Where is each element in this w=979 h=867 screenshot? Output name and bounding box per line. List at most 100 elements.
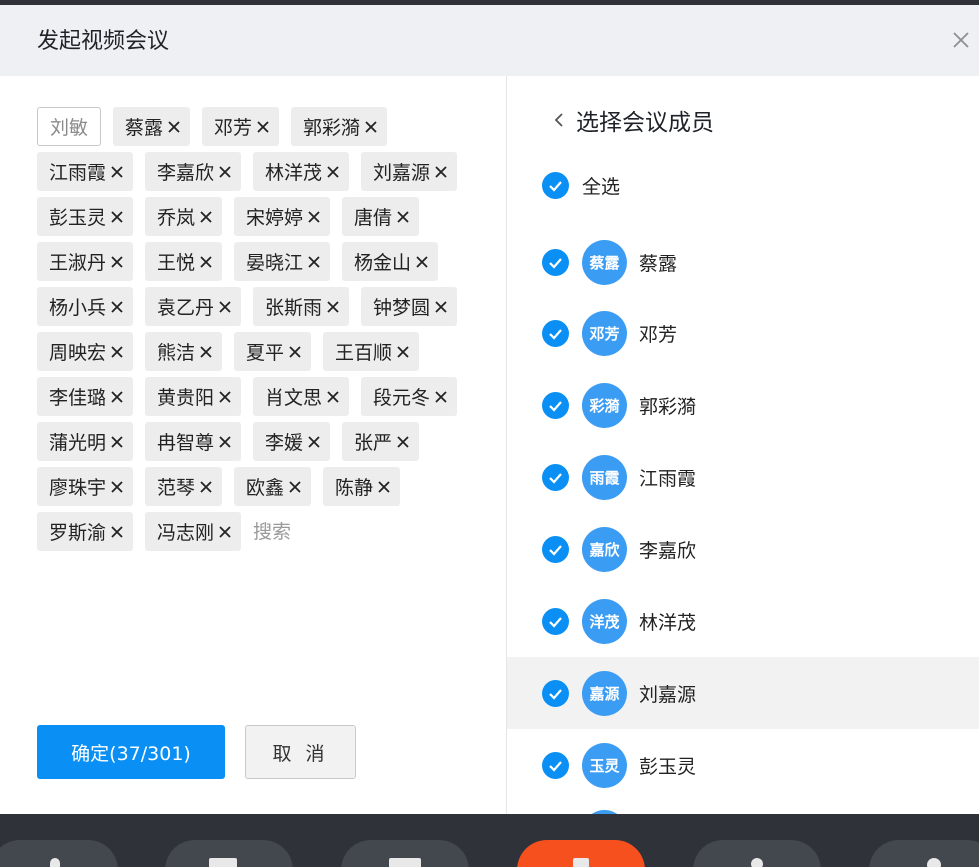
more-button[interactable] (869, 840, 979, 867)
chip-label: 陈静 (335, 477, 374, 499)
end-call-button[interactable] (517, 840, 645, 867)
chip-label: 范琴 (157, 477, 196, 499)
member-search-input[interactable] (253, 512, 374, 551)
remove-chip-icon[interactable] (306, 434, 322, 450)
select-all-row[interactable]: 全选 (507, 149, 979, 221)
remove-chip-icon[interactable] (306, 254, 322, 270)
cancel-button[interactable]: 取 消 (245, 725, 356, 779)
member-name: 李嘉欣 (639, 539, 697, 562)
checked-circle-icon[interactable] (542, 535, 569, 563)
selected-member-chip: 欧鑫 (234, 467, 312, 506)
selected-member-chip: 黄贵阳 (145, 377, 242, 416)
chip-label: 张斯雨 (265, 297, 323, 319)
remove-chip-icon[interactable] (109, 254, 125, 270)
selected-member-chip: 宋婷婷 (234, 197, 331, 236)
remove-chip-icon[interactable] (217, 299, 233, 315)
remove-chip-icon[interactable] (198, 209, 214, 225)
selected-member-chip: 熊洁 (145, 332, 223, 371)
remove-chip-icon[interactable] (217, 389, 233, 405)
remove-chip-icon[interactable] (109, 524, 125, 540)
member-row[interactable]: 玉灵 彭玉灵 (507, 729, 979, 801)
avatar: 彩漪 (582, 382, 627, 428)
selected-members-pane: 刘敏 蔡露 邓芳 郭彩漪 江雨霞 李嘉欣 林洋茂 刘嘉源 彭玉灵 乔岚 宋婷婷 唐倩 王淑丹 王悦 晏晓江… (0, 76, 506, 814)
current-user-chip: 刘敏 (37, 107, 102, 146)
selected-member-chip: 钟梦圆 (361, 287, 458, 326)
remove-chip-icon[interactable] (395, 434, 411, 450)
confirm-button[interactable]: 确定(37/301) (37, 725, 225, 779)
remove-chip-icon[interactable] (166, 119, 182, 135)
remove-chip-icon[interactable] (395, 344, 411, 360)
remove-chip-icon[interactable] (109, 389, 125, 405)
remove-chip-icon[interactable] (198, 254, 214, 270)
remove-chip-icon[interactable] (325, 299, 341, 315)
close-button[interactable] (950, 29, 972, 51)
checked-circle-icon[interactable] (542, 463, 569, 491)
remove-chip-icon[interactable] (395, 209, 411, 225)
checked-circle-icon[interactable] (542, 391, 569, 419)
chip-label: 周映宏 (49, 342, 107, 364)
chip-label: 乔岚 (157, 207, 196, 229)
remove-chip-icon[interactable] (217, 524, 233, 540)
chip-label: 蔡露 (125, 117, 164, 139)
checked-circle-icon[interactable] (542, 751, 569, 779)
dialog-header: 发起视频会议 (0, 5, 979, 76)
remove-chip-icon[interactable] (414, 254, 430, 270)
remove-chip-icon[interactable] (325, 389, 341, 405)
remove-chip-icon[interactable] (287, 344, 303, 360)
member-row[interactable]: 洋茂 林洋茂 (507, 585, 979, 657)
remove-chip-icon[interactable] (433, 164, 449, 180)
remove-chip-icon[interactable] (325, 164, 341, 180)
selected-member-chip: 肖文思 (253, 377, 350, 416)
screen-share-button[interactable] (341, 840, 469, 867)
selected-member-chip: 蔡露 (113, 107, 191, 146)
remove-chip-icon[interactable] (255, 119, 271, 135)
selected-member-chip: 冉智尊 (145, 422, 242, 461)
selected-member-chip: 张严 (342, 422, 420, 461)
selected-member-chip: 段元冬 (361, 377, 458, 416)
remove-chip-icon[interactable] (433, 299, 449, 315)
microphone-icon (50, 858, 60, 867)
selected-member-chip: 李嘉欣 (145, 152, 242, 191)
member-row[interactable]: 嘉欣 李嘉欣 (507, 513, 979, 585)
member-row[interactable]: 蔡露 蔡露 (507, 226, 979, 298)
selected-member-chip: 邓芳 (202, 107, 280, 146)
chip-label: 晏晓江 (246, 252, 304, 274)
remove-chip-icon[interactable] (109, 479, 125, 495)
remove-chip-icon[interactable] (376, 479, 392, 495)
remove-chip-icon[interactable] (217, 434, 233, 450)
remove-chip-icon[interactable] (287, 479, 303, 495)
remove-chip-icon[interactable] (109, 434, 125, 450)
member-row[interactable]: 嘉源 刘嘉源 (507, 657, 979, 729)
chip-label: 廖珠宇 (49, 477, 107, 499)
member-picker-back[interactable]: 选择会议成员 (552, 104, 714, 136)
chip-label: 王百顺 (335, 342, 393, 364)
remove-chip-icon[interactable] (198, 479, 214, 495)
checked-circle-icon[interactable] (542, 248, 569, 276)
remove-chip-icon[interactable] (109, 209, 125, 225)
chip-label: 宋婷婷 (246, 207, 304, 229)
remove-chip-icon[interactable] (363, 119, 379, 135)
chip-label: 李佳璐 (49, 387, 107, 409)
member-row[interactable]: 雨霞 江雨霞 (507, 441, 979, 513)
remove-chip-icon[interactable] (217, 164, 233, 180)
remove-chip-icon[interactable] (306, 209, 322, 225)
remove-chip-icon[interactable] (433, 389, 449, 405)
checked-circle-icon[interactable] (542, 319, 569, 347)
remove-chip-icon[interactable] (198, 344, 214, 360)
checked-circle-icon[interactable] (542, 171, 569, 199)
member-row[interactable]: 邓芳 邓芳 (507, 297, 979, 369)
chip-label: 郭彩漪 (303, 117, 361, 139)
remove-chip-icon[interactable] (109, 344, 125, 360)
selected-member-chip: 罗斯渝 (37, 512, 134, 551)
microphone-button[interactable] (0, 840, 118, 867)
member-row[interactable]: 彩漪 郭彩漪 (507, 369, 979, 441)
checked-circle-icon[interactable] (542, 679, 569, 707)
chip-label: 李媛 (265, 432, 304, 454)
participants-button[interactable] (693, 840, 821, 867)
member-name: 刘嘉源 (639, 683, 697, 706)
remove-chip-icon[interactable] (109, 164, 125, 180)
close-icon (953, 32, 969, 48)
remove-chip-icon[interactable] (109, 299, 125, 315)
checked-circle-icon[interactable] (542, 607, 569, 635)
camera-button[interactable] (165, 840, 293, 867)
